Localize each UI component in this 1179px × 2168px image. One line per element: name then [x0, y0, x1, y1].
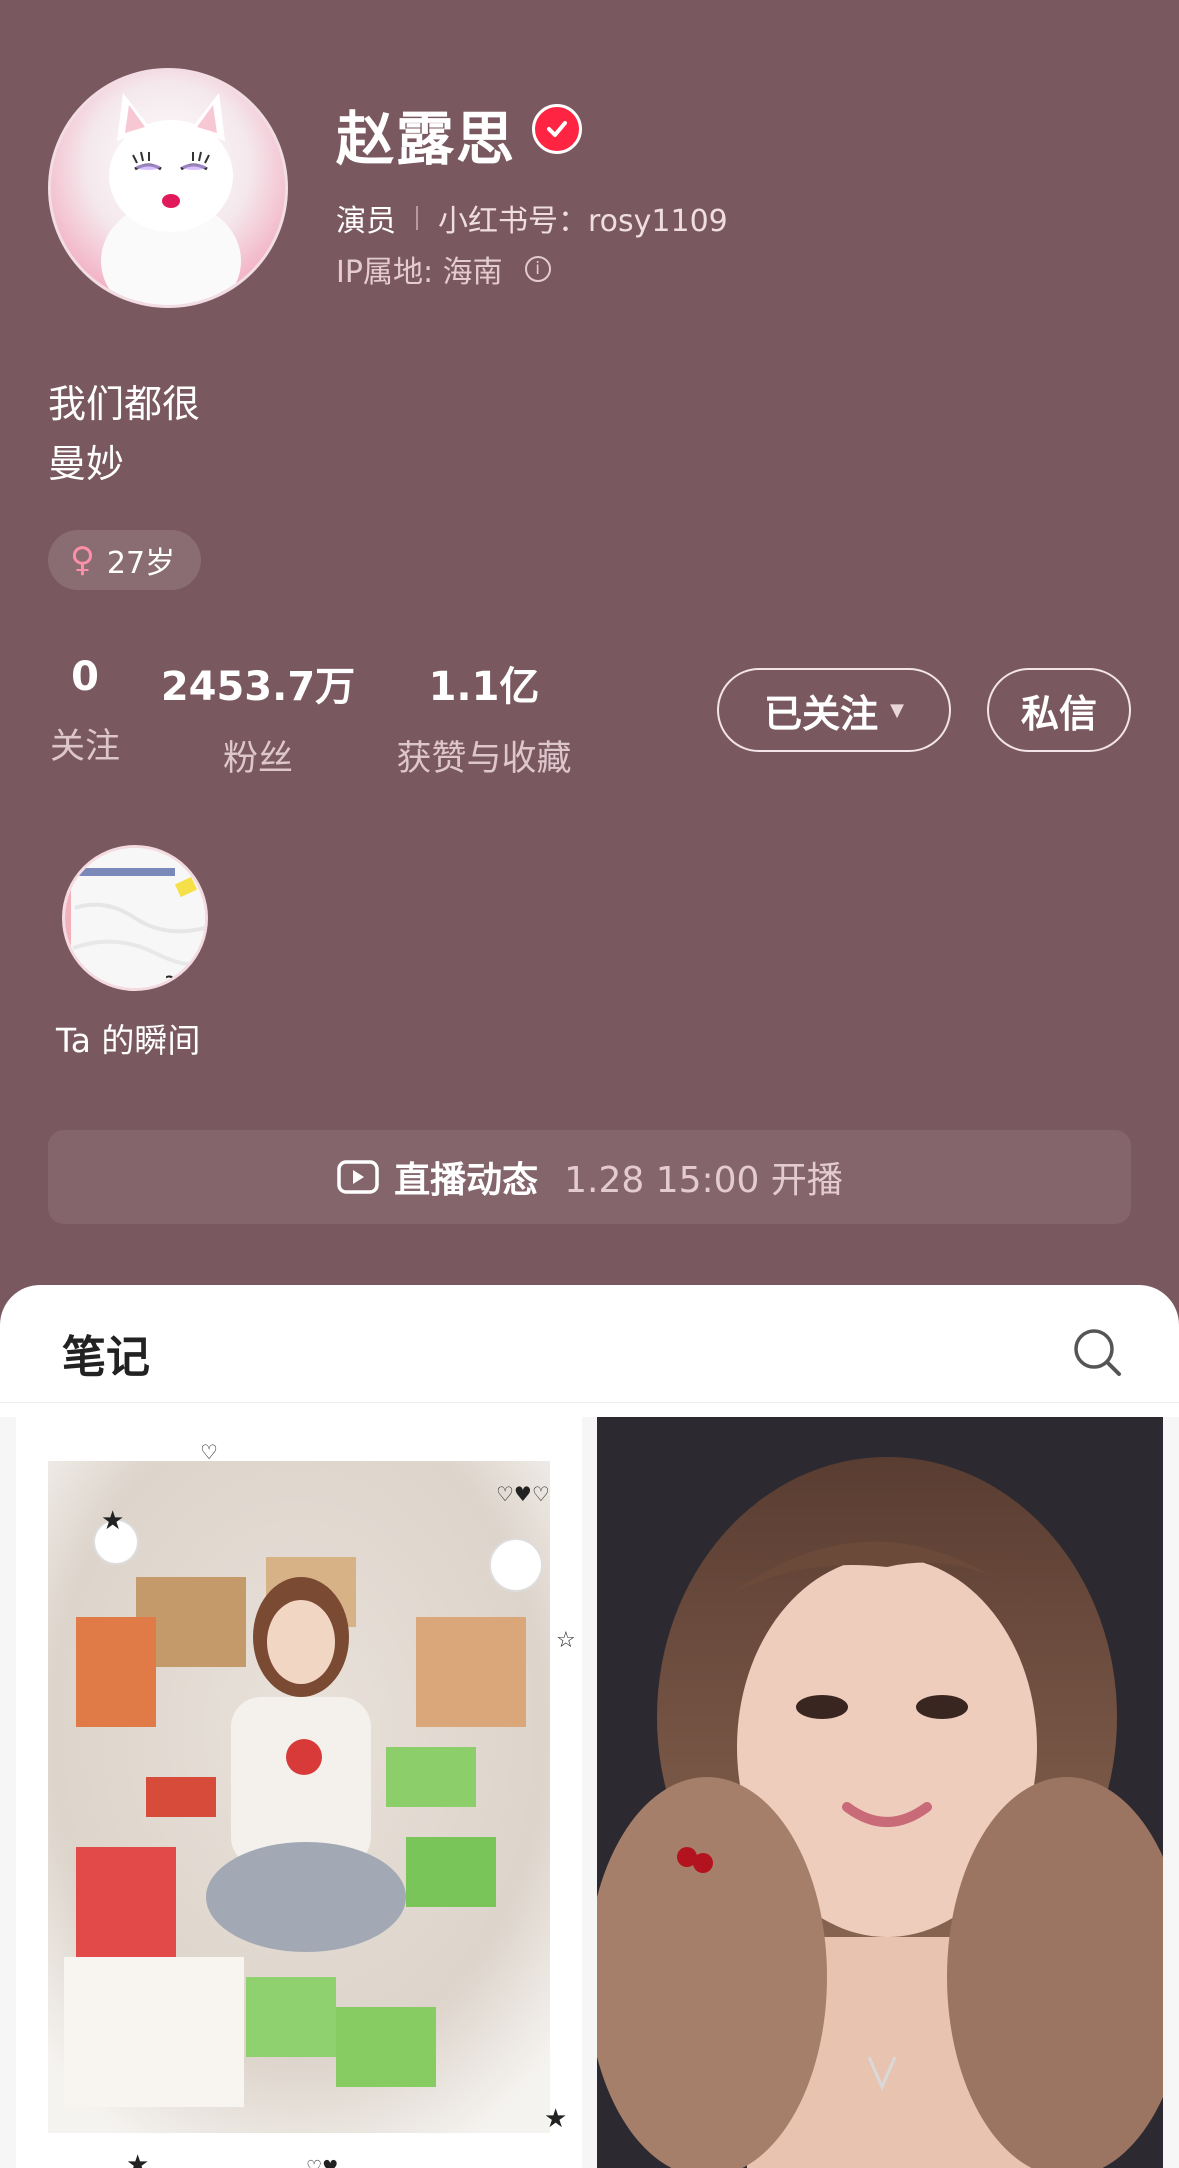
search-icon[interactable] [1072, 1327, 1124, 1379]
live-banner[interactable]: 直播动态 1.28 15:00 开播 [48, 1130, 1131, 1224]
age-label: 27岁 [106, 546, 176, 581]
stat-label: 关注 [49, 727, 120, 767]
profile-header: 赵露思 演员 小红书号：rosy1109 IP属地: 海南 i 我们都很 曼妙 … [0, 0, 1179, 1285]
stat-label: 获赞与收藏 [396, 739, 572, 779]
bio: 我们都很 曼妙 [48, 374, 200, 494]
user-id-label[interactable]: 小红书号：rosy1109 [438, 196, 728, 240]
age-gender-tag: ♀ 27岁 [48, 530, 202, 590]
svg-text:♡: ♡ [200, 1440, 218, 1464]
svg-text:★: ★ [101, 1506, 124, 1536]
note-cover-image [597, 1417, 1163, 2168]
stat-value: 1.1亿 [428, 664, 540, 710]
message-button-label: 私信 [1020, 691, 1097, 736]
bio-line: 我们都很 [48, 382, 201, 426]
divider [416, 206, 418, 230]
cat-avatar-illustration [101, 93, 241, 305]
stat-likes-collects[interactable]: 1.1亿 获赞与收藏 [390, 654, 578, 781]
moment-image: 20 [65, 848, 205, 990]
caret-down-icon: ▼ [890, 699, 904, 721]
role-label: 演员 [336, 204, 396, 239]
avatar[interactable] [48, 68, 288, 308]
stat-value: 0 [71, 654, 99, 700]
bio-line: 曼妙 [48, 442, 125, 486]
svg-text:20: 20 [165, 974, 185, 990]
meta-line: 演员 小红书号：rosy1109 [336, 196, 728, 240]
stat-value: 2453.7万 [160, 664, 356, 710]
ip-location-line: IP属地: 海南 i [336, 247, 551, 291]
video-camera-icon [337, 1160, 379, 1194]
note-card[interactable]: ★ ★ ★ ☆ ♡ ♡♥♡ ♡♥ [16, 1417, 582, 2168]
svg-text:♡♥: ♡♥ [306, 2157, 338, 2168]
live-title: 直播动态 [394, 1160, 539, 1201]
notes-panel: 笔记 ★ ★ ★ ☆ ♡ ♡♥♡ ♡♥ [0, 1285, 1179, 2168]
ip-location-label: IP属地: 海南 [336, 255, 503, 290]
svg-text:★: ★ [544, 2104, 567, 2134]
svg-text:♡♥♡: ♡♥♡ [496, 1482, 550, 1506]
moment-thumbnail[interactable]: 20 [62, 845, 208, 991]
stat-following[interactable]: 0 关注 [48, 654, 122, 769]
moments-label[interactable]: Ta 的瞬间 [56, 1014, 200, 1062]
following-button[interactable]: 已关注 ▼ [717, 668, 951, 752]
info-circle-icon[interactable]: i [524, 256, 551, 282]
profile-name: 赵露思 [336, 105, 517, 173]
message-button[interactable]: 私信 [987, 668, 1131, 752]
stat-fans[interactable]: 2453.7万 粉丝 [160, 654, 356, 781]
live-time: 1.28 15:00 开播 [564, 1160, 843, 1201]
female-icon: ♀ [70, 540, 95, 580]
check-badge-icon [532, 104, 582, 154]
tab-notes[interactable]: 笔记 [62, 1321, 150, 1385]
notes-grid: ★ ★ ★ ☆ ♡ ♡♥♡ ♡♥ [0, 1417, 1179, 2168]
stat-label: 粉丝 [222, 739, 293, 779]
svg-text:☆: ☆ [556, 1628, 576, 1653]
following-button-label: 已关注 [764, 691, 879, 736]
note-cover-image: ★ ★ ★ ☆ ♡ ♡♥♡ ♡♥ [16, 1417, 582, 2168]
notes-tabbar: 笔记 [0, 1285, 1179, 1403]
note-card[interactable] [597, 1417, 1163, 2168]
svg-text:★: ★ [126, 2150, 149, 2168]
